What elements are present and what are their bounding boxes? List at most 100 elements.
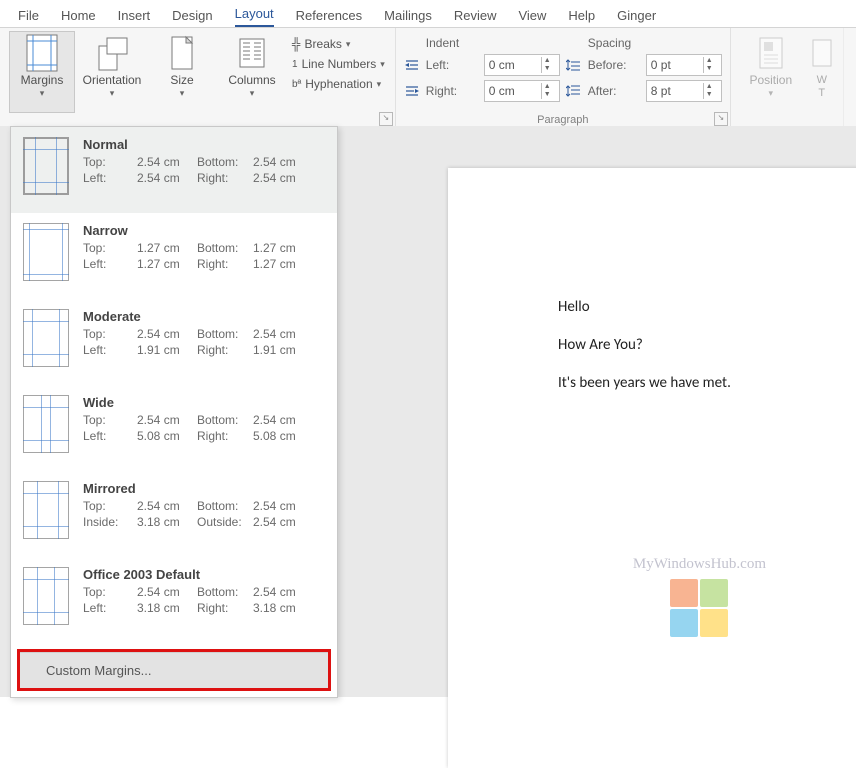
tab-view[interactable]: View: [518, 8, 546, 27]
custom-margins-button[interactable]: Custom Margins...: [20, 652, 328, 688]
margins-option-office-2003-default[interactable]: Office 2003 Default Top:2.54 cmBottom:2.5…: [11, 557, 337, 643]
tab-ginger[interactable]: Ginger: [617, 8, 656, 27]
wrap-text-icon: [810, 34, 834, 72]
margins-option-moderate[interactable]: Moderate Top:2.54 cmBottom:2.54 cmLeft:1.…: [11, 299, 337, 385]
spin-down-icon[interactable]: ▼: [704, 65, 715, 73]
columns-label: Columns: [228, 74, 275, 87]
size-icon: [165, 34, 199, 72]
caret-icon: ▾: [180, 88, 185, 99]
tab-help[interactable]: Help: [568, 8, 595, 27]
caret-icon: ▾: [346, 39, 351, 50]
watermark-logo-icon: [670, 579, 728, 637]
tab-review[interactable]: Review: [454, 8, 497, 27]
caret-icon: ▾: [250, 88, 255, 99]
margins-option-values: Top:2.54 cmBottom:2.54 cmLeft:5.08 cmRig…: [83, 413, 325, 443]
line-numbers-icon: 1: [292, 59, 298, 70]
margins-option-title: Mirrored: [83, 481, 325, 496]
indent-right-label: Right:: [426, 84, 478, 98]
spin-down-icon[interactable]: ▼: [704, 91, 715, 99]
tab-home[interactable]: Home: [61, 8, 96, 27]
document-page[interactable]: Hello How Are You? It's been years we have…: [448, 168, 856, 768]
tab-file[interactable]: File: [18, 8, 39, 27]
margins-thumb-icon: [23, 223, 69, 281]
breaks-button[interactable]: ╬ Breaks ▾: [290, 36, 387, 52]
page-setup-small: ╬ Breaks ▾ 1Line Numbers▾ bª Hyphenation ▾: [290, 32, 387, 112]
watermark: MyWindowsHub.com: [633, 556, 766, 637]
wrap-text-button[interactable]: WT: [809, 32, 835, 112]
tab-insert[interactable]: Insert: [118, 8, 151, 27]
spacing-before-input[interactable]: [647, 58, 703, 72]
margins-option-values: Top:2.54 cmBottom:2.54 cmLeft:3.18 cmRig…: [83, 585, 325, 615]
page-setup-launcher[interactable]: ↘: [379, 112, 393, 126]
margins-option-wide[interactable]: WideTop:2.54 cmBottom:2.54 cmLeft:5.08 c…: [11, 385, 337, 471]
spin-up-icon[interactable]: ▲: [704, 83, 715, 91]
indent-left-label: Left:: [426, 58, 478, 72]
spin-down-icon[interactable]: ▼: [542, 65, 553, 73]
spacing-after-label: After:: [588, 84, 640, 98]
indent-right-input[interactable]: [485, 84, 541, 98]
margins-option-narrow[interactable]: Narrow Top:1.27 cmBottom:1.27 cmLeft:1.27…: [11, 213, 337, 299]
spacing-after-input[interactable]: [647, 84, 703, 98]
spacing-before-spinner[interactable]: ▲▼: [646, 54, 722, 76]
spacing-after-spinner[interactable]: ▲▼: [646, 80, 722, 102]
margins-option-values: Top:1.27 cmBottom:1.27 cmLeft:1.27 cmRig…: [83, 241, 325, 271]
position-button[interactable]: Position ▾: [739, 32, 803, 112]
margins-thumb-icon: [23, 567, 69, 625]
position-label: Position: [749, 74, 792, 87]
margins-thumb-icon: [23, 137, 69, 195]
orientation-button[interactable]: Orientation ▾: [80, 32, 144, 112]
group-page-setup: Margins ▾ Orientation ▾ Size ▾ Columns ▾…: [0, 28, 396, 128]
spin-up-icon[interactable]: ▲: [542, 57, 553, 65]
tab-mailings[interactable]: Mailings: [384, 8, 432, 27]
margins-option-title: Narrow: [83, 223, 325, 238]
spin-up-icon[interactable]: ▲: [704, 57, 715, 65]
spacing-header: Spacing: [588, 36, 722, 50]
document-line[interactable]: Hello: [558, 298, 856, 316]
margins-thumb-icon: [23, 481, 69, 539]
margins-option-values: Top:2.54 cmBottom:2.54 cmLeft:2.54 cmRig…: [83, 155, 325, 185]
line-numbers-button[interactable]: 1Line Numbers▾: [290, 56, 387, 72]
columns-button[interactable]: Columns ▾: [220, 32, 284, 112]
margins-thumb-icon: [23, 395, 69, 453]
indent-right-spinner[interactable]: ▲▼: [484, 80, 560, 102]
indent-left-icon: [404, 58, 420, 72]
ribbon: Margins ▾ Orientation ▾ Size ▾ Columns ▾…: [0, 28, 856, 129]
size-button[interactable]: Size ▾: [150, 32, 214, 112]
spin-up-icon[interactable]: ▲: [542, 83, 553, 91]
indent-left-input[interactable]: [485, 58, 541, 72]
tab-layout[interactable]: Layout: [235, 6, 274, 27]
margins-option-normal[interactable]: Normal Top:2.54 cmBottom:2.54 cmLeft:2.54…: [11, 127, 337, 213]
margins-option-values: Top:2.54 cmBottom:2.54 cmInside:3.18 cmO…: [83, 499, 325, 529]
margins-option-title: Normal: [83, 137, 325, 152]
tab-design[interactable]: Design: [172, 8, 212, 27]
caret-icon: ▾: [769, 88, 774, 99]
wrap-text-label: WT: [817, 74, 827, 100]
breaks-label: Breaks: [305, 37, 342, 51]
margins-thumb-icon: [23, 309, 69, 367]
indent-left-spinner[interactable]: ▲▼: [484, 54, 560, 76]
group-paragraph: Indent Spacing Left: ▲▼ Before: ▲▼ Right…: [396, 28, 731, 128]
hyphenation-label: Hyphenation: [305, 77, 372, 91]
document-line[interactable]: It's been years we have met.: [558, 374, 856, 392]
margins-option-title: Office 2003 Default: [83, 567, 325, 582]
orientation-label: Orientation: [83, 74, 142, 87]
caret-icon: ▾: [380, 59, 385, 70]
paragraph-launcher[interactable]: ↘: [714, 112, 728, 126]
hyphenation-button[interactable]: bªHyphenation▾: [290, 76, 387, 92]
margins-icon: [25, 34, 59, 72]
margins-option-title: Moderate: [83, 309, 325, 324]
margins-option-values: Top:2.54 cmBottom:2.54 cmLeft:1.91 cmRig…: [83, 327, 325, 357]
spacing-after-icon: [566, 84, 582, 98]
spin-down-icon[interactable]: ▼: [542, 91, 553, 99]
margins-label: Margins: [21, 74, 64, 87]
document-line[interactable]: How Are You?: [558, 336, 856, 354]
hyphenation-icon: bª: [292, 79, 301, 90]
margins-button[interactable]: Margins ▾: [9, 31, 75, 113]
margins-option-mirrored[interactable]: Mirrored Top:2.54 cmBottom:2.54 cmInside:…: [11, 471, 337, 557]
size-label: Size: [170, 74, 193, 87]
tab-references[interactable]: References: [296, 8, 362, 27]
breaks-icon: ╬: [292, 37, 301, 51]
orientation-icon: [95, 34, 129, 72]
spacing-before-icon: [566, 58, 582, 72]
ribbon-tabs: File Home Insert Design Layout References Mail…: [0, 0, 856, 28]
